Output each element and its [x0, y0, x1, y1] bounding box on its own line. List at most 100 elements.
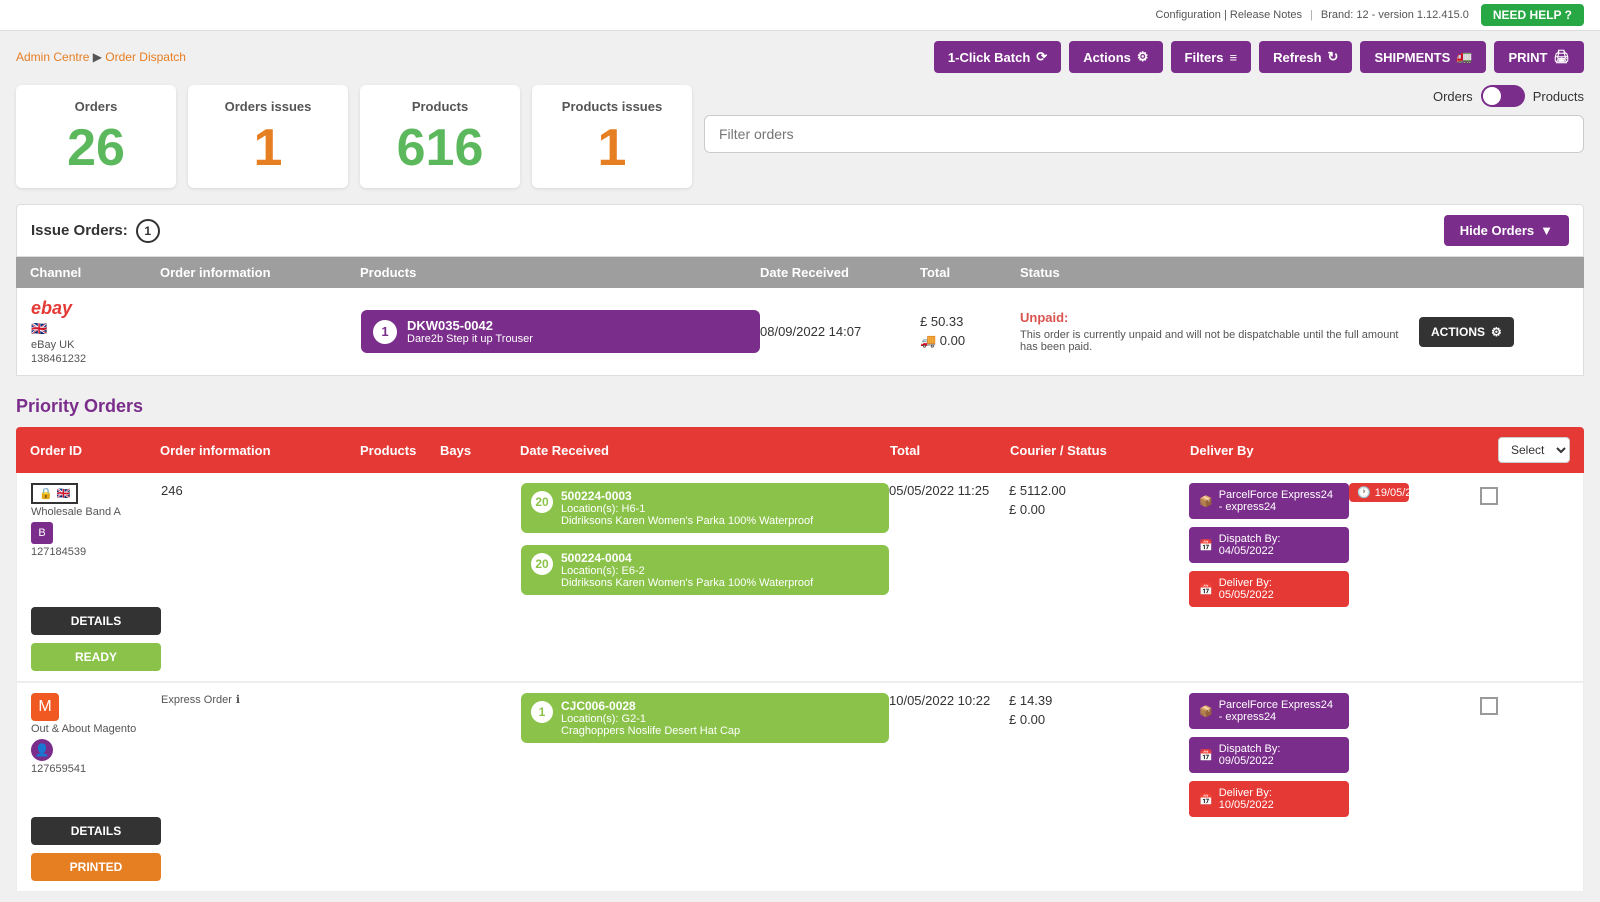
truck-icon: 🚛	[1456, 49, 1472, 65]
dispatch-icon: 📅	[1199, 539, 1213, 552]
batch-icon: ⟳	[1036, 49, 1047, 65]
col-status: Status	[1020, 265, 1420, 280]
priority-title: Priority Orders	[16, 396, 1584, 417]
lock-icon: 🔒	[39, 487, 53, 500]
refresh-icon: ↻	[1328, 49, 1339, 65]
p1-product-pill-2[interactable]: 20 500224-0004 Location(s): E6-2 Didriks…	[521, 545, 889, 595]
pcol-bays: Bays	[440, 443, 520, 458]
p1-date-badge-cell: 🕐 19/05/2022	[1349, 483, 1409, 508]
p2-details-button[interactable]: DETAILS	[31, 817, 161, 845]
p2-courier-pill[interactable]: 📦 ParcelForce Express24 - express24	[1189, 693, 1349, 729]
pcol-courier: Courier / Status	[1010, 443, 1190, 458]
orders-products-toggle[interactable]	[1481, 85, 1525, 107]
info-icon: ℹ	[236, 693, 240, 706]
p2-channel-cell: M Out & About Magento 👤 127659541	[31, 693, 161, 775]
p1-dispatch-pill: 📅 Dispatch By:04/05/2022	[1189, 527, 1349, 563]
products-card-value: 616	[380, 122, 500, 174]
p1-action-cell: DETAILS READY	[31, 607, 161, 671]
toolbar-buttons: 1-Click Batch ⟳ Actions ⚙ Filters ≡ Refr…	[934, 41, 1584, 73]
col-date: Date Received	[760, 265, 920, 280]
p1-flag: 🇬🇧	[57, 487, 71, 500]
p1-courier-cell: 📦 ParcelForce Express24 - express24 📅 Di…	[1189, 483, 1349, 607]
p1-total-price: £ 5112.00	[1009, 483, 1189, 498]
p1-qty-2: 20	[531, 553, 553, 575]
breadcrumb-admin[interactable]: Admin Centre	[16, 50, 89, 64]
products-issues-card: Products issues 1	[532, 85, 692, 188]
issue-orders-section: Issue Orders: 1 Hide Orders ▼ Channel Or…	[16, 204, 1584, 376]
need-help-button[interactable]: NEED HELP ?	[1481, 4, 1584, 26]
p2-dispatch-pill: 📅 Dispatch By:09/05/2022	[1189, 737, 1349, 773]
products-issues-card-value: 1	[552, 122, 672, 174]
pcol-deliver: Deliver By	[1190, 443, 1350, 458]
filter-section: Orders Products	[704, 85, 1584, 153]
status-description: This order is currently unpaid and will …	[1020, 329, 1419, 353]
issue-order-row: ebay 🇬🇧 eBay UK 138461232 1 DKW035-0042 …	[16, 288, 1584, 376]
clock-icon: 🕐	[1357, 486, 1371, 499]
orders-issues-card: Orders issues 1	[188, 85, 348, 188]
p1-courier-pill[interactable]: 📦 ParcelForce Express24 - express24	[1189, 483, 1349, 519]
channel-id: 138461232	[31, 353, 86, 365]
select-dropdown[interactable]: Select	[1498, 437, 1570, 463]
issue-orders-table-header: Channel Order information Products Date …	[16, 257, 1584, 288]
p1-total-ship: £ 0.00	[1009, 502, 1189, 517]
print-label: PRINT	[1508, 50, 1547, 65]
priority-row-1: 🔒 🇬🇧 Wholesale Band A B 127184539 246 20…	[16, 473, 1584, 682]
products-card: Products 616	[360, 85, 520, 188]
p2-user-icon: 👤	[31, 739, 53, 761]
print-button[interactable]: PRINT 🖨	[1494, 41, 1584, 73]
filter-input[interactable]	[704, 115, 1584, 153]
p2-checkbox[interactable]	[1480, 697, 1498, 715]
summary-section: Orders 26 Orders issues 1 Products 616 P…	[16, 85, 1584, 188]
pcol-date: Date Received	[520, 443, 890, 458]
p1-details-button[interactable]: DETAILS	[31, 607, 161, 635]
express-label: Express Order ℹ	[161, 693, 361, 706]
refresh-label: Refresh	[1273, 50, 1321, 65]
filter-icon: ≡	[1230, 50, 1238, 65]
status-title: Unpaid:	[1020, 310, 1419, 325]
p1-product-pill-1[interactable]: 20 500224-0003 Location(s): H6-1 Didriks…	[521, 483, 889, 533]
row-actions-button[interactable]: ACTIONS ⚙	[1419, 317, 1514, 347]
p1-checkbox[interactable]	[1480, 487, 1498, 505]
toggle-products-label: Products	[1533, 89, 1584, 104]
p1-product-info-2: 500224-0004 Location(s): E6-2 Didriksons…	[561, 551, 813, 589]
actions-button[interactable]: Actions ⚙	[1069, 41, 1162, 73]
issue-orders-badge: 1	[136, 219, 160, 243]
shipments-button[interactable]: SHIPMENTS 🚛	[1360, 41, 1486, 73]
p1-channel-icon: B	[31, 522, 53, 544]
toggle-row: Orders Products	[704, 85, 1584, 107]
p1-checkbox-cell	[1409, 483, 1569, 505]
p1-order-info: 246	[161, 483, 361, 498]
refresh-button[interactable]: Refresh ↻	[1259, 41, 1352, 73]
p1-date: 05/05/2022 11:25	[889, 483, 1009, 498]
breadcrumb: Admin Centre ▶ Order Dispatch	[16, 50, 186, 64]
orders-card-title: Orders	[36, 99, 156, 114]
gear-icon: ⚙	[1137, 49, 1149, 65]
p2-product-pill-1[interactable]: 1 CJC006-0028 Location(s): G2-1 Craghopp…	[521, 693, 889, 743]
orders-card: Orders 26	[16, 85, 176, 188]
filters-label: Filters	[1185, 50, 1224, 65]
p2-checkbox-cell	[1409, 693, 1569, 715]
orders-issues-card-title: Orders issues	[208, 99, 328, 114]
total-price: £ 50.33	[920, 314, 1020, 329]
gear-icon-sm: ⚙	[1491, 325, 1502, 339]
p1-ready-button[interactable]: READY	[31, 643, 161, 671]
p1-channel-name: Wholesale Band A	[31, 506, 121, 518]
product-info: DKW035-0042 Dare2b Step it up Trouser	[407, 318, 533, 345]
hide-orders-button[interactable]: Hide Orders ▼	[1444, 215, 1569, 246]
brand-info: Brand: 12 - version 1.12.415.0	[1321, 9, 1469, 21]
col-products: Products	[360, 265, 760, 280]
batch-button[interactable]: 1-Click Batch ⟳	[934, 41, 1061, 73]
total-cell: £ 50.33 🚚 0.00	[920, 314, 1020, 349]
pcol-order-info: Order information	[160, 443, 360, 458]
deliver-icon: 📅	[1199, 583, 1213, 596]
pcol-products: Products	[360, 443, 440, 458]
p2-deliver-pill: 📅 Deliver By:10/05/2022	[1189, 781, 1349, 817]
filters-button[interactable]: Filters ≡	[1171, 41, 1252, 73]
status-cell: Unpaid: This order is currently unpaid a…	[1020, 310, 1419, 353]
pcol-order-id: Order ID	[30, 443, 160, 458]
p2-printed-button[interactable]: PRINTED	[31, 853, 161, 881]
p2-product-info-1: CJC006-0028 Location(s): G2-1 Craghopper…	[561, 699, 740, 737]
products-card-title: Products	[380, 99, 500, 114]
product-pill[interactable]: 1 DKW035-0042 Dare2b Step it up Trouser	[361, 310, 760, 353]
total-ship: 🚚 0.00	[920, 333, 1020, 349]
